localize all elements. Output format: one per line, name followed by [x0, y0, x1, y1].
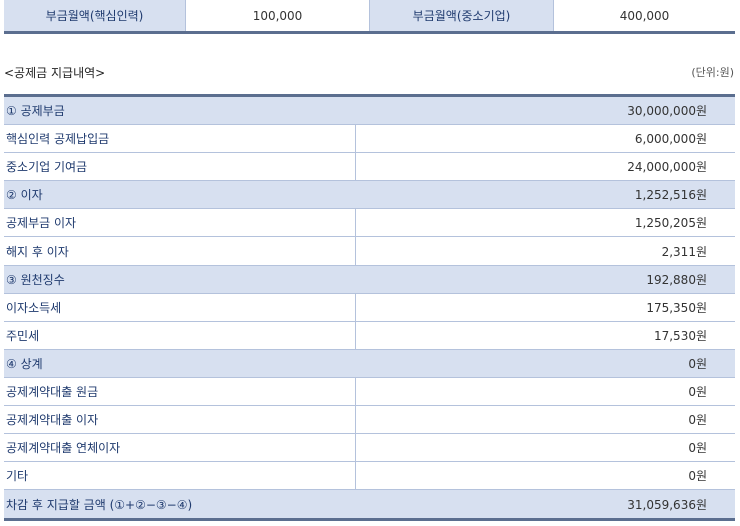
table-row-premium: ① 공제부금 30,000,000원 [4, 97, 735, 126]
sme-premium-value: 400,000 [554, 0, 735, 31]
core-staff-premium-value: 100,000 [186, 0, 370, 31]
row-label: ② 이자 [6, 188, 43, 203]
core-staff-premium-label: 부금월액(핵심인력) [4, 0, 186, 31]
premium-summary-table: 부금월액(핵심인력) 100,000 부금월액(중소기업) 400,000 [4, 0, 735, 34]
row-label: 차감 후 지급할 금액 (①+②−③−④) [6, 497, 193, 512]
sme-premium-label: 부금월액(중소기업) [370, 0, 554, 31]
table-row: 주민세 17,530원 [4, 321, 735, 350]
row-value: 1,252,516원 [634, 188, 707, 203]
row-label: ① 공제부금 [6, 104, 65, 119]
row-value: 17,530원 [653, 328, 707, 343]
table-row: 중소기업 기여금 24,000,000원 [4, 153, 735, 182]
table-row: 이자소득세 175,350원 [4, 293, 735, 322]
table-row: 공제계약대출 연체이자 0원 [4, 434, 735, 463]
row-value: 30,000,000원 [627, 104, 707, 119]
table-row: 핵심인력 공제납입금 6,000,000원 [4, 125, 735, 154]
row-value: 2,311원 [661, 244, 707, 259]
table-row: 공제계약대출 이자 0원 [4, 406, 735, 435]
table-row: 공제계약대출 원금 0원 [4, 377, 735, 407]
row-value: 0원 [688, 469, 707, 484]
row-value: 1,250,205원 [634, 216, 707, 231]
row-value: 192,880원 [646, 272, 707, 287]
row-value: 0원 [688, 413, 707, 428]
row-label: 주민세 [4, 321, 356, 349]
section-title: <공제금 지급내역> [4, 66, 106, 80]
row-value: 0원 [688, 384, 707, 399]
row-value: 6,000,000원 [634, 132, 707, 147]
table-row-interest: ② 이자 1,252,516원 [4, 181, 735, 210]
row-label: 중소기업 기여금 [4, 153, 356, 181]
row-value: 175,350원 [646, 300, 707, 315]
row-label: 이자소득세 [4, 293, 356, 321]
table-row-net-payment: 차감 후 지급할 금액 (①+②−③−④) 31,059,636원 [4, 490, 735, 519]
row-label: 핵심인력 공제납입금 [4, 125, 356, 153]
table-row-offset: ④ 상계 0원 [4, 349, 735, 378]
row-value: 0원 [688, 356, 707, 371]
table-row-withholding: ③ 원천징수 192,880원 [4, 265, 735, 294]
unit-note: (단위:원) [691, 66, 734, 79]
row-label: 기타 [4, 462, 356, 490]
row-label: 공제계약대출 원금 [4, 377, 356, 406]
row-value: 24,000,000원 [627, 160, 707, 175]
payment-details-table: ① 공제부금 30,000,000원 핵심인력 공제납입금 6,000,000원… [4, 94, 735, 522]
row-label: ④ 상계 [6, 356, 43, 371]
row-label: ③ 원천징수 [6, 272, 65, 287]
row-value: 0원 [688, 441, 707, 456]
table-row: 해지 후 이자 2,311원 [4, 237, 735, 266]
row-label: 해지 후 이자 [4, 237, 356, 265]
row-label: 공제계약대출 이자 [4, 406, 356, 434]
row-label: 공제부금 이자 [4, 209, 356, 237]
row-value: 31,059,636원 [627, 497, 707, 512]
table-row: 공제부금 이자 1,250,205원 [4, 209, 735, 238]
table-row: 기타 0원 [4, 462, 735, 491]
row-label: 공제계약대출 연체이자 [4, 434, 356, 462]
